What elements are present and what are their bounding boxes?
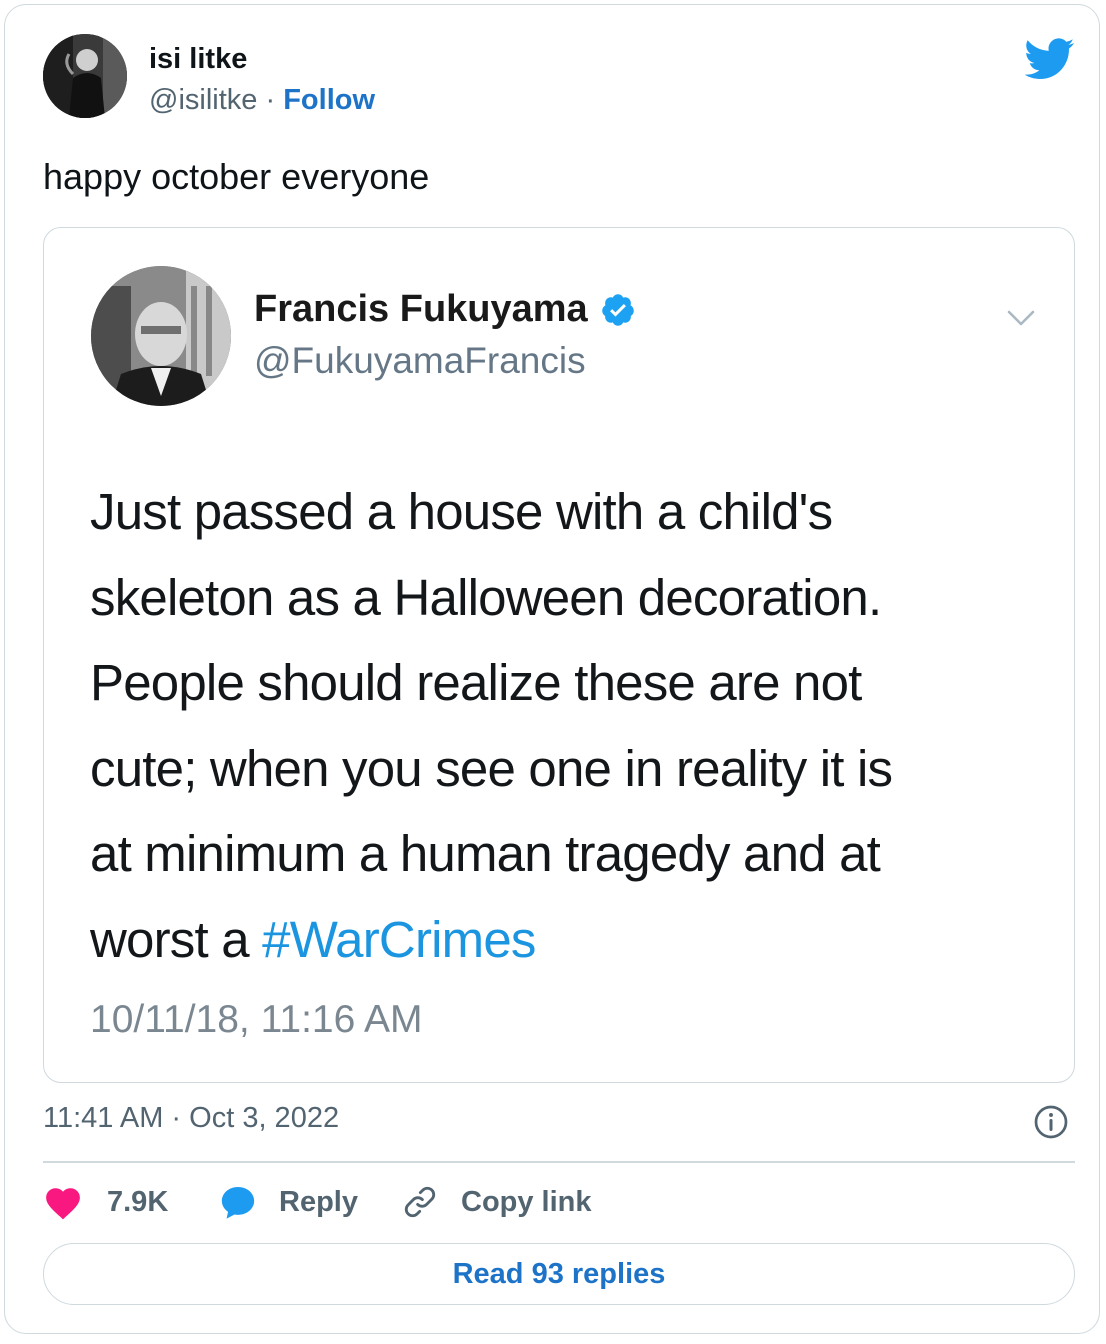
tweet-timestamp[interactable]: 11:41 AM · Oct 3, 2022 [43,1102,339,1135]
like-count: 7.9K [107,1185,169,1218]
copy-link-button[interactable]: Copy link [401,1178,592,1226]
verified-badge-icon [601,293,634,326]
author-handle[interactable]: @isilitke [149,84,257,116]
like-button[interactable]: 7.9K [43,1178,168,1226]
quoted-author-handle: @FukuyamaFrancis [254,340,586,381]
twitter-bird-icon[interactable] [1025,38,1075,80]
quoted-author-row: Francis Fukuyama [254,288,636,331]
quoted-timestamp: 10/11/18, 11:16 AM [90,998,423,1041]
author-avatar-image [43,34,127,118]
quoted-line: skeleton as a Halloween decoration. [90,568,882,626]
hashtag-link: #WarCrimes [262,910,536,968]
quoted-avatar-image [91,266,231,406]
author-name[interactable]: isi litke [149,43,247,76]
handle-separator: · [265,84,276,116]
quoted-line: at minimum a human tragedy and at [90,825,881,882]
author-handle-row: @isilitke · Follow [149,84,375,117]
read-replies-button[interactable]: Read 93 replies [43,1243,1075,1305]
quoted-tweet-body: Just passed a house with a child's skele… [90,469,1050,982]
heart-icon [46,1188,80,1220]
action-bar: 7.9K Reply Copy link [43,1178,1075,1226]
link-icon [404,1186,436,1218]
reply-button[interactable]: Reply [219,1178,358,1226]
speech-bubble-icon [221,1186,255,1219]
reply-label: Reply [279,1185,358,1218]
quoted-line: cute; when you see one in reality it is [90,739,893,797]
tweet-text: happy october everyone [43,156,430,197]
quoted-line: People should realize these are not [90,654,862,711]
chevron-down-icon [1007,310,1035,326]
quoted-line: Just passed a house with a child's [90,483,833,540]
quoted-line-prefix: worst a [90,910,263,968]
info-icon[interactable] [1033,1104,1069,1140]
embedded-screenshot[interactable]: Francis Fukuyama @FukuyamaFrancis Just p… [43,227,1075,1083]
copy-link-label: Copy link [461,1185,592,1218]
quoted-last-line: worst a #WarCrimes [90,897,1050,983]
quoted-avatar [91,266,231,406]
author-avatar[interactable] [43,34,127,118]
tweet-card: isi litke @isilitke · Follow happy octob… [4,4,1100,1334]
follow-button[interactable]: Follow [283,84,375,116]
quoted-author-name: Francis Fukuyama [254,288,588,330]
divider [43,1161,1075,1163]
